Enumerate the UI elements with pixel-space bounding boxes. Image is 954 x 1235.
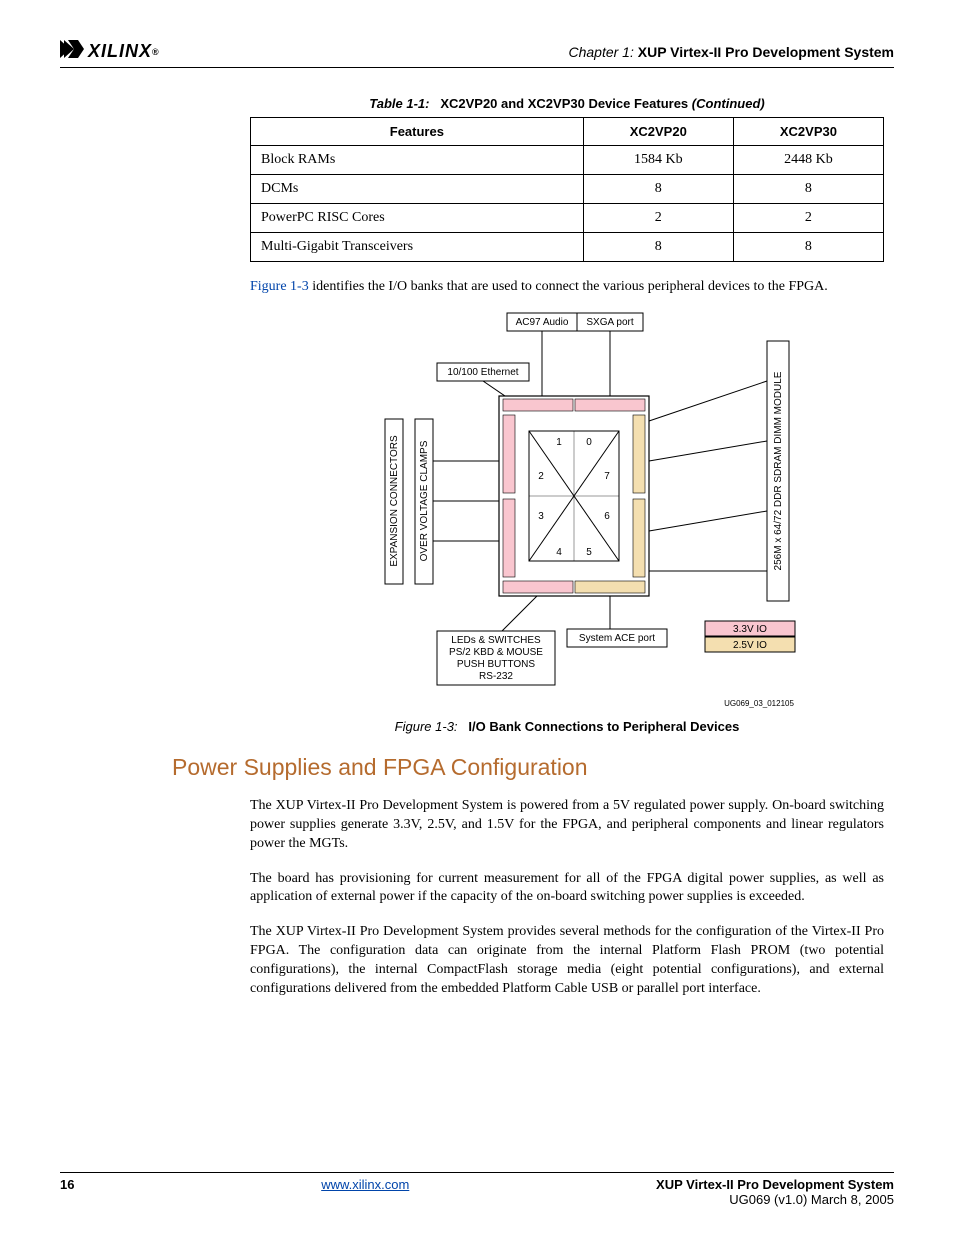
label-sxga: SXGA port [586, 317, 633, 328]
logo-text: XILINX [88, 41, 152, 62]
footer-doc-title: XUP Virtex-II Pro Development System [656, 1177, 894, 1192]
device-features-table: Features XC2VP20 XC2VP30 Block RAMs 1584… [250, 117, 884, 262]
bank-3: 3 [538, 511, 544, 522]
chapter-title: XUP Virtex-II Pro Development System [638, 44, 894, 60]
section-heading: Power Supplies and FPGA Configuration [172, 754, 894, 781]
figure-caption: Figure 1-3: I/O Bank Connections to Peri… [250, 719, 884, 734]
footer-doc-id: UG069 (v1.0) March 8, 2005 [729, 1192, 894, 1207]
bank-1: 1 [556, 437, 562, 448]
bank-7: 7 [604, 471, 610, 482]
label-push: PUSH BUTTONS [457, 659, 535, 670]
table-header-row: Features XC2VP20 XC2VP30 [251, 118, 884, 146]
cell-feature: Multi-Gigabit Transceivers [251, 233, 584, 262]
logo-icon [60, 40, 84, 63]
cell-feature: DCMs [251, 175, 584, 204]
intro-text: identifies the I/O banks that are used t… [309, 279, 828, 294]
table-row: PowerPC RISC Cores 2 2 [251, 204, 884, 233]
page-header: XILINX ® Chapter 1: XUP Virtex-II Pro De… [60, 40, 894, 68]
label-sysace: System ACE port [579, 633, 655, 644]
figure-1-3: AC97 Audio SXGA port 10/100 Ethernet EXP… [250, 311, 884, 711]
table-row: DCMs 8 8 [251, 175, 884, 204]
cell-value: 1584 Kb [583, 146, 733, 175]
chapter-label: Chapter 1: [568, 44, 633, 60]
cell-value: 2448 Kb [733, 146, 883, 175]
label-rs232: RS-232 [479, 671, 513, 682]
label-clamps: OVER VOLTAGE CLAMPS [419, 440, 430, 561]
cell-value: 2 [583, 204, 733, 233]
label-ac97: AC97 Audio [516, 317, 569, 328]
label-25v: 2.5V IO [733, 640, 767, 651]
label-leds: LEDs & SWITCHES [451, 635, 541, 646]
col-xc2vp30: XC2VP30 [733, 118, 883, 146]
col-features: Features [251, 118, 584, 146]
body-paragraph: The board has provisioning for current m… [250, 870, 884, 908]
cell-value: 2 [733, 204, 883, 233]
label-33v: 3.3V IO [733, 624, 767, 635]
label-dimm: 256M x 64/72 DDR SDRAM DIMM MODULE [773, 371, 784, 570]
label-ethernet: 10/100 Ethernet [447, 367, 518, 378]
label-expansion: EXPANSION CONNECTORS [389, 435, 400, 567]
bank-2: 2 [538, 471, 544, 482]
body-paragraph: The XUP Virtex-II Pro Development System… [250, 797, 884, 854]
col-xc2vp20: XC2VP20 [583, 118, 733, 146]
xilinx-logo: XILINX ® [60, 40, 160, 63]
fig-caption-title: I/O Bank Connections to Peripheral Devic… [468, 719, 739, 734]
cell-value: 8 [733, 233, 883, 262]
bank-0: 0 [586, 437, 592, 448]
bank-5: 5 [586, 547, 592, 558]
figure-link[interactable]: Figure 1-3 [250, 279, 309, 294]
table-row: Multi-Gigabit Transceivers 8 8 [251, 233, 884, 262]
table-caption-suffix: (Continued) [692, 96, 765, 111]
ug-code: UG069_03_012105 [724, 699, 794, 708]
label-ps2: PS/2 KBD & MOUSE [449, 647, 543, 658]
cell-feature: Block RAMs [251, 146, 584, 175]
cell-feature: PowerPC RISC Cores [251, 204, 584, 233]
table-caption-prefix: Table 1-1: [369, 96, 429, 111]
table-row: Block RAMs 1584 Kb 2448 Kb [251, 146, 884, 175]
bank-6: 6 [604, 511, 610, 522]
table-caption-title: XC2VP20 and XC2VP30 Device Features [440, 96, 688, 111]
page-footer: 16 www.xilinx.com XUP Virtex-II Pro Deve… [60, 1172, 894, 1207]
cell-value: 8 [583, 233, 733, 262]
fig-caption-prefix: Figure 1-3: [395, 719, 458, 734]
table-caption: Table 1-1: XC2VP20 and XC2VP30 Device Fe… [250, 96, 884, 111]
intro-paragraph: Figure 1-3 identifies the I/O banks that… [250, 278, 884, 297]
footer-url[interactable]: www.xilinx.com [321, 1177, 409, 1192]
chapter-breadcrumb: Chapter 1: XUP Virtex-II Pro Development… [568, 44, 894, 60]
cell-value: 8 [583, 175, 733, 204]
cell-value: 8 [733, 175, 883, 204]
logo-registered: ® [152, 47, 160, 57]
page-number: 16 [60, 1177, 74, 1207]
body-paragraph: The XUP Virtex-II Pro Development System… [250, 923, 884, 999]
bank-4: 4 [556, 547, 562, 558]
